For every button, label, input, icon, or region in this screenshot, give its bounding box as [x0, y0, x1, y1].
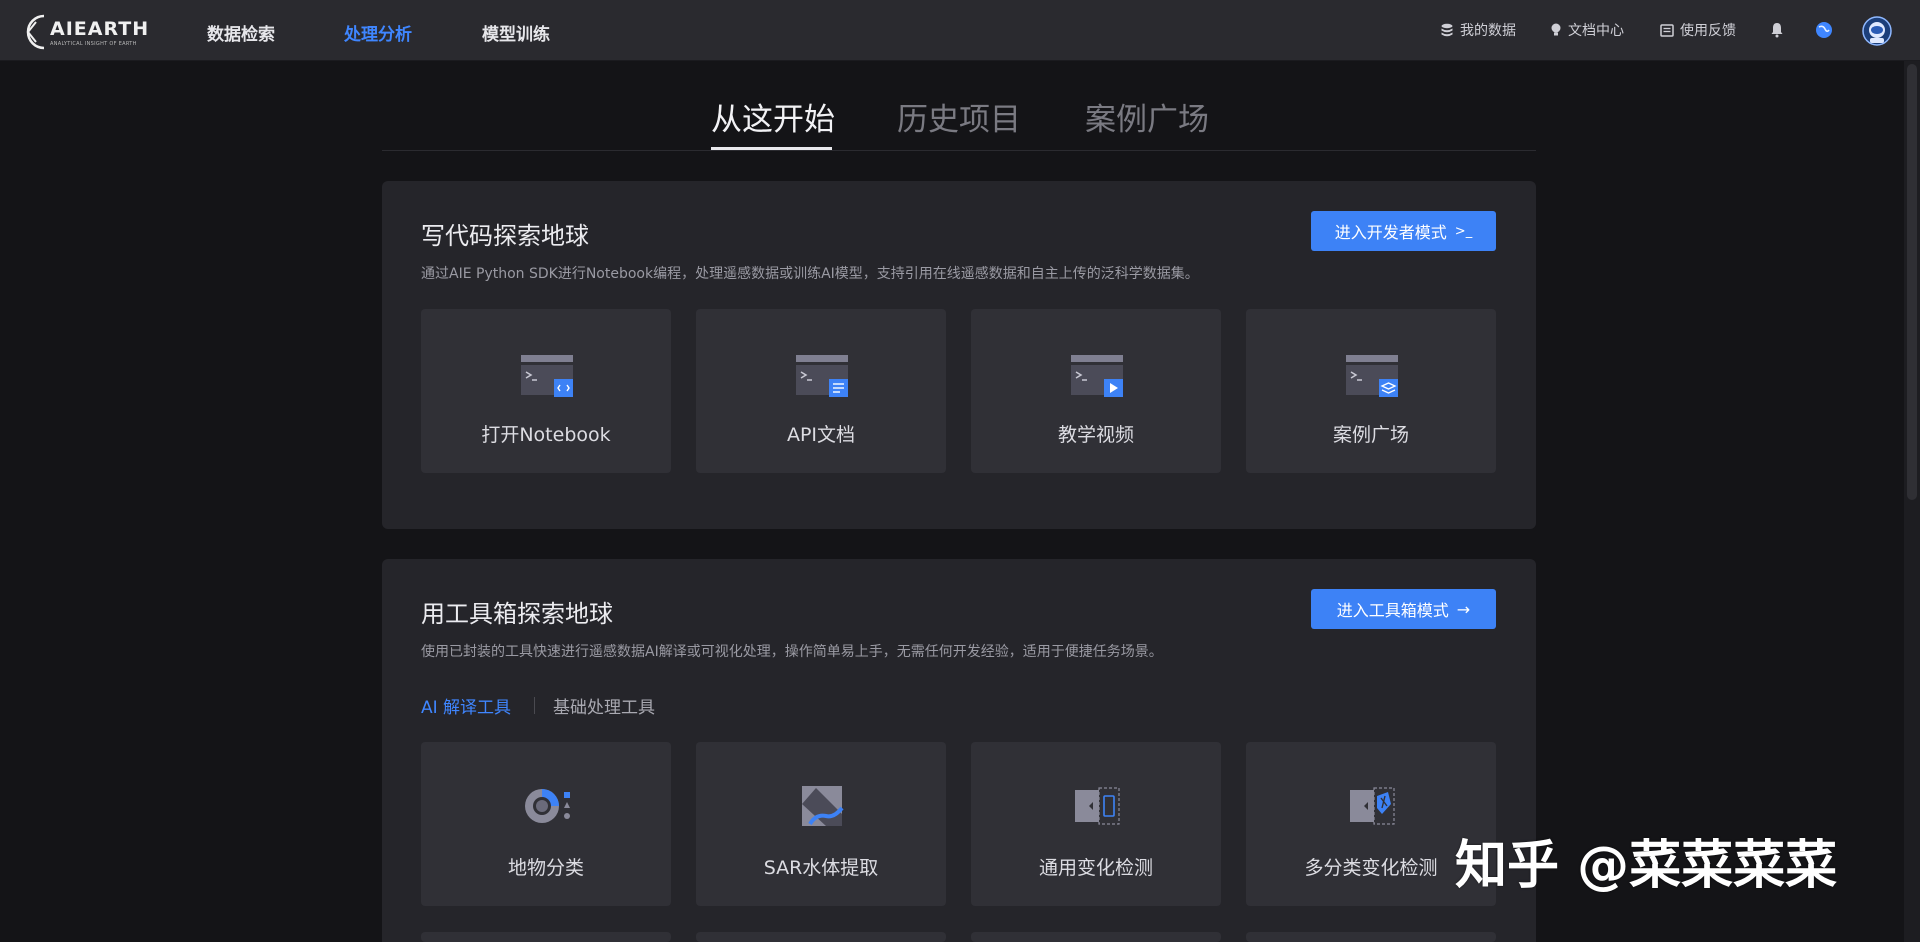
sar-water-icon: [802, 786, 844, 826]
classification-icon: [525, 789, 570, 823]
layers-icon: [1346, 355, 1398, 397]
video-icon: [1071, 355, 1123, 397]
tile-next-row[interactable]: [1246, 932, 1496, 942]
active-tab-indicator: [711, 147, 832, 150]
nav-data-search[interactable]: 数据检索: [207, 20, 275, 45]
toolbox-mode-button[interactable]: 进入工具箱模式 →: [1311, 589, 1496, 629]
tile-general-change-detection[interactable]: 通用变化检测: [971, 742, 1221, 906]
lightbulb-icon: [1551, 23, 1561, 36]
tab-case-plaza[interactable]: 案例广场: [1085, 94, 1209, 139]
document-icon: [796, 355, 848, 397]
tile-label: 案例广场: [1332, 424, 1409, 446]
docs-center-label: 文档中心: [1568, 23, 1624, 39]
subtab-separator: [534, 697, 535, 714]
feedback-link[interactable]: 使用反馈: [1660, 20, 1736, 40]
tile-label: 教学视频: [1057, 424, 1134, 446]
tile-label: API文档: [786, 424, 856, 446]
panel-description: 使用已封装的工具快速进行遥感数据AI解译或可视化处理，操作简单易上手，无需任何开…: [421, 644, 1163, 660]
aiearth-logo[interactable]: AIEARTH ANALYTICAL INSIGHT OF EARTH: [22, 12, 148, 52]
globe-icon[interactable]: [1815, 21, 1833, 43]
tile-tutorial-videos[interactable]: 教学视频: [971, 309, 1221, 473]
change-detection-icon: [1075, 787, 1120, 825]
tile-label: 打开Notebook: [481, 424, 611, 446]
my-data-label: 我的数据: [1460, 23, 1516, 39]
feedback-label: 使用反馈: [1680, 23, 1736, 39]
logo-subtitle: ANALYTICAL INSIGHT OF EARTH: [50, 41, 137, 47]
panel-title: 用工具箱探索地球: [421, 600, 613, 628]
arrow-right-icon: →: [1456, 599, 1471, 619]
tabs-divider: [382, 150, 1536, 151]
tile-case-plaza[interactable]: 案例广场: [1246, 309, 1496, 473]
zhihu-watermark: 知乎 @菜菜菜菜: [1455, 836, 1838, 896]
tile-sar-water-extraction[interactable]: SAR水体提取: [696, 742, 946, 906]
nav-processing-analysis[interactable]: 处理分析: [344, 20, 412, 45]
docs-center-link[interactable]: 文档中心: [1550, 20, 1624, 40]
user-avatar[interactable]: [1862, 16, 1892, 50]
tile-next-row[interactable]: [421, 932, 671, 942]
nav-model-training[interactable]: 模型训练: [482, 20, 550, 45]
tile-open-notebook[interactable]: 打开Notebook: [421, 309, 671, 473]
code-icon: [521, 355, 573, 397]
code-explore-panel: 写代码探索地球 通过AIE Python SDK进行Notebook编程，处理遥…: [382, 181, 1536, 529]
my-data-link[interactable]: 我的数据: [1440, 20, 1516, 40]
tile-label: 通用变化检测: [1038, 857, 1153, 879]
logo-mark-icon: [26, 14, 45, 50]
tile-land-classification[interactable]: 地物分类: [421, 742, 671, 906]
tile-next-row[interactable]: [696, 932, 946, 942]
tile-label: 地物分类: [507, 857, 584, 879]
tile-next-row[interactable]: [971, 932, 1221, 942]
multi-change-detection-icon: [1350, 787, 1395, 825]
notification-bell-icon[interactable]: [1770, 22, 1784, 42]
page-scrollbar-thumb[interactable]: [1907, 64, 1917, 500]
panel-title: 写代码探索地球: [421, 222, 589, 250]
developer-mode-label: 进入开发者模式: [1334, 223, 1447, 242]
database-icon: [1441, 23, 1453, 37]
subtab-ai-interpretation-tools[interactable]: AI 解译工具: [421, 693, 511, 718]
tab-history-projects[interactable]: 历史项目: [897, 94, 1021, 139]
tile-label: SAR水体提取: [763, 857, 879, 879]
tile-api-docs[interactable]: API文档: [696, 309, 946, 473]
toolbox-mode-label: 进入工具箱模式: [1336, 601, 1449, 620]
panel-description: 通过AIE Python SDK进行Notebook编程，处理遥感数据或训练AI…: [421, 266, 1199, 282]
subtab-basic-processing-tools[interactable]: 基础处理工具: [553, 693, 655, 718]
developer-mode-button[interactable]: 进入开发者模式 >_: [1311, 211, 1496, 251]
terminal-icon: >_: [1454, 223, 1473, 239]
logo-text: AIEARTH: [50, 18, 150, 40]
feedback-icon: [1660, 23, 1674, 37]
top-navigation-bar: AIEARTH ANALYTICAL INSIGHT OF EARTH 数据检索…: [0, 0, 1920, 61]
tab-get-started[interactable]: 从这开始: [711, 94, 835, 139]
